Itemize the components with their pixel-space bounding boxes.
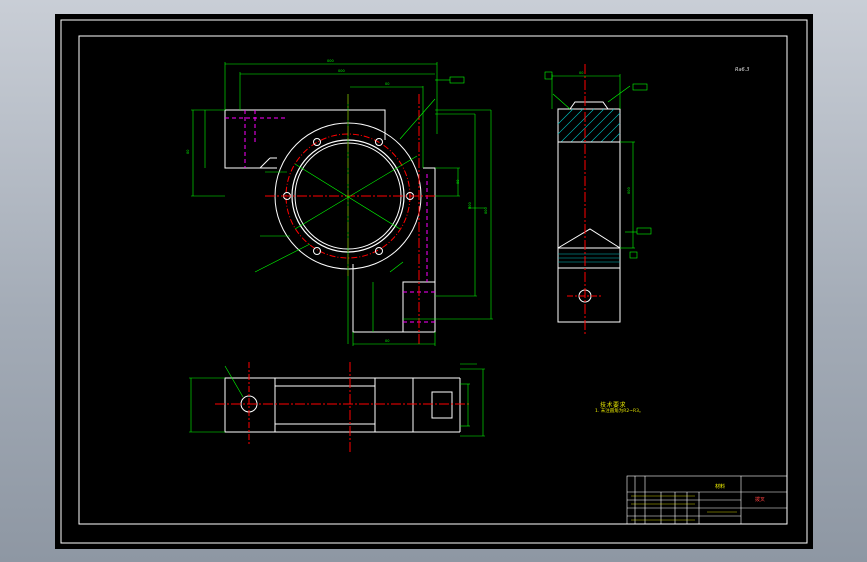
technical-notes-line: 1. 未注圆角为R2~R3。 xyxy=(595,409,644,414)
svg-text:00: 00 xyxy=(579,71,583,75)
svg-text:00: 00 xyxy=(456,180,460,184)
inner-border xyxy=(78,35,788,525)
svg-text:00: 00 xyxy=(186,150,190,154)
svg-text:000: 000 xyxy=(468,202,472,209)
cad-drawing-canvas[interactable]: 000 000 00 00 00 000 000 00 00 000 Ra6.3… xyxy=(55,14,813,549)
svg-text:00: 00 xyxy=(385,82,389,86)
title-block-part-name: 拨叉 xyxy=(755,497,766,503)
title-block-material: 材料 xyxy=(715,484,726,490)
svg-text:000: 000 xyxy=(327,59,334,63)
svg-text:000: 000 xyxy=(484,207,488,214)
top-view xyxy=(189,362,485,454)
drawing-svg: 00000000 00 00 000 000 00 00000 xyxy=(60,19,808,544)
svg-text:00: 00 xyxy=(385,339,389,343)
roughness-symbol: Ra6.3 xyxy=(735,67,750,73)
svg-text:000: 000 xyxy=(627,187,631,194)
side-view: 00000 xyxy=(544,64,652,334)
svg-text:000: 000 xyxy=(338,69,345,73)
front-view: 00000000 00 00 000 000 00 xyxy=(186,59,493,346)
